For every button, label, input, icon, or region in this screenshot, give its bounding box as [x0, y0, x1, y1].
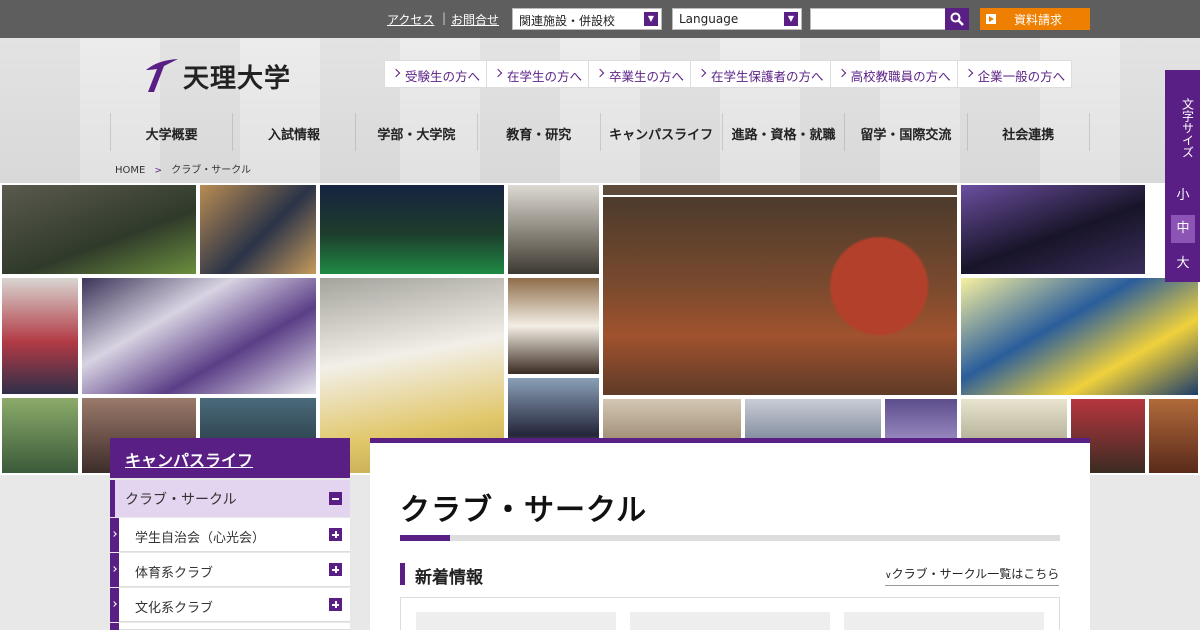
photo-team-celebration [0, 183, 198, 276]
news-heading: 新着情報 [400, 563, 483, 588]
nav-community[interactable]: 社会連携 [966, 113, 1090, 151]
news-card[interactable] [630, 612, 830, 630]
sidebar-item-label: クラブ・サークル [125, 492, 237, 508]
nav-career[interactable]: 進路・資格・就職 [721, 113, 844, 151]
chevron-down-icon: ∨ [885, 571, 892, 581]
sidebar-item-clubs[interactable]: クラブ・サークル [110, 480, 350, 517]
photo-wind-orchestra [959, 276, 1200, 397]
logo-text[interactable]: 天理大学 [183, 58, 291, 95]
nav-faculties[interactable]: 学部・大学院 [354, 113, 477, 151]
news-panel [400, 597, 1060, 630]
photo-gagaku-performance [601, 195, 959, 397]
chevron-right-icon [110, 518, 119, 552]
utility-separator: | [442, 11, 447, 25]
title-divider [400, 535, 1060, 541]
club-list-link-label: クラブ・サークル一覧はこちら [891, 567, 1060, 581]
chevron-down-icon: ▼ [644, 12, 658, 26]
nav-campus-life[interactable]: キャンパスライフ [599, 113, 722, 151]
utility-bar: アクセス | お問合せ 関連施設・併設校 ▼ Language ▼ 資料請求 [0, 0, 1200, 38]
font-size-medium-button[interactable]: 中 [1171, 215, 1195, 243]
audience-high-school-staff[interactable]: 高校教職員の方へ [831, 61, 958, 87]
sidebar-item-student-council[interactable]: 学生自治会（心光会） [110, 518, 350, 552]
photo-judo-team [0, 276, 80, 396]
breadcrumb: HOME > クラブ・サークル [115, 161, 257, 176]
title-accent [400, 535, 450, 541]
language-select[interactable]: Language ▼ [672, 8, 802, 30]
photo-baseball-team [506, 183, 601, 276]
sidebar-item-label: 学生自治会（心光会） [135, 531, 266, 546]
expand-icon[interactable] [329, 598, 342, 611]
sidebar-item-next[interactable] [110, 623, 350, 630]
audience-applicants[interactable]: 受験生の方へ [385, 61, 488, 87]
nav-about[interactable]: 大学概要 [110, 113, 232, 151]
contact-link[interactable]: お問合せ [451, 11, 499, 28]
search-icon [950, 12, 964, 26]
page-title: クラブ・サークル [400, 493, 648, 528]
photo-american-football [80, 276, 318, 396]
photo-stage [1147, 397, 1200, 475]
photo-kendo-officer [198, 183, 318, 276]
hero-photo-collage [0, 183, 1200, 475]
audience-parents[interactable]: 在学生保護者の方へ [691, 61, 831, 87]
affiliates-select-value: 関連施設・併設校 [519, 14, 616, 28]
expand-icon[interactable] [329, 528, 342, 541]
nav-international[interactable]: 留学・国際交流 [844, 113, 966, 151]
audience-students[interactable]: 在学生の方へ [487, 61, 590, 87]
chevron-down-icon: ▼ [784, 12, 798, 26]
chevron-right-icon [110, 588, 119, 622]
language-select-value: Language [679, 12, 739, 26]
audience-nav: 受験生の方へ 在学生の方へ 卒業生の方へ 在学生保護者の方へ 高校教職員の方へ … [384, 60, 1073, 88]
request-materials-button[interactable]: 資料請求 [980, 8, 1090, 30]
global-nav: 大学概要 入試情報 学部・大学院 教育・研究 キャンパスライフ 進路・資格・就職… [110, 113, 1090, 151]
arrow-right-icon [986, 14, 996, 24]
request-materials-label: 資料請求 [1014, 13, 1063, 27]
photo-band-concert [959, 183, 1147, 276]
search-input[interactable] [810, 8, 946, 30]
news-card[interactable] [416, 612, 616, 630]
chevron-right-icon: > [154, 166, 163, 176]
nav-education-research[interactable]: 教育・研究 [477, 113, 599, 151]
breadcrumb-home[interactable]: HOME [115, 165, 145, 176]
sidebar-item-culture-clubs[interactable]: 文化系クラブ [110, 588, 350, 622]
font-size-large-button[interactable]: 大 [1171, 250, 1195, 278]
nav-admissions[interactable]: 入試情報 [232, 113, 354, 151]
search-button[interactable] [945, 8, 969, 30]
expand-icon[interactable] [329, 563, 342, 576]
sidebar-heading[interactable]: キャンパスライフ [110, 438, 350, 478]
sidebar-item-sports-clubs[interactable]: 体育系クラブ [110, 553, 350, 587]
font-size-widget: 文字サイズ 小 中 大 [1165, 70, 1200, 282]
university-logo-icon[interactable] [140, 56, 180, 96]
audience-alumni[interactable]: 卒業生の方へ [589, 61, 692, 87]
font-size-label: 文字サイズ [1180, 98, 1195, 158]
photo-outdoor-group [0, 396, 80, 475]
club-list-link[interactable]: ∨クラブ・サークル一覧はこちら [885, 565, 1060, 586]
sidebar-item-label: 文化系クラブ [135, 601, 214, 616]
sidebar-item-label: 体育系クラブ [135, 566, 214, 581]
collapse-icon[interactable] [329, 492, 342, 505]
news-card[interactable] [844, 612, 1044, 630]
chevron-right-icon [110, 623, 119, 630]
chevron-right-icon [110, 553, 119, 587]
access-link[interactable]: アクセス [387, 11, 434, 28]
main-content: クラブ・サークル 新着情報 ∨クラブ・サークル一覧はこちら [370, 438, 1090, 630]
breadcrumb-current: クラブ・サークル [171, 165, 251, 176]
affiliates-select[interactable]: 関連施設・併設校 ▼ [512, 8, 662, 30]
photo-kyudo [506, 276, 601, 376]
photo-field-hockey [318, 183, 506, 276]
font-size-small-button[interactable]: 小 [1171, 182, 1195, 210]
audience-general[interactable]: 企業一般の方へ [958, 61, 1072, 87]
